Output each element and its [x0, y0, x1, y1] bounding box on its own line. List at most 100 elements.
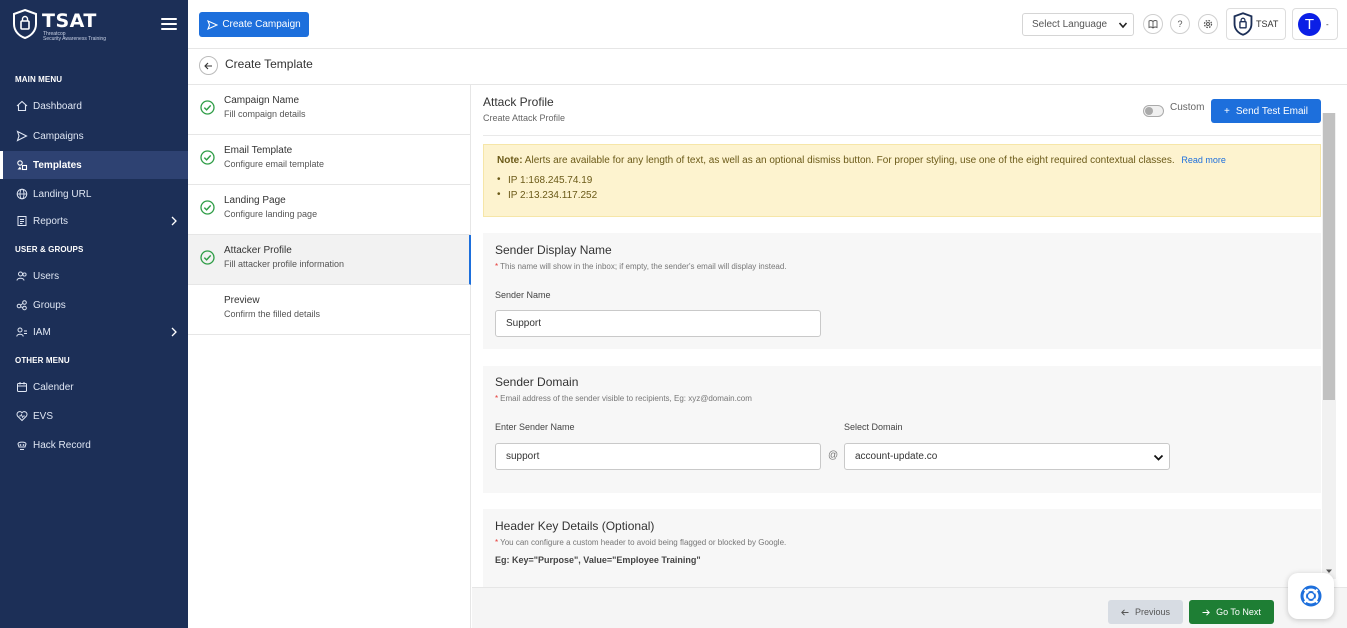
domain-select-value: account-update.co — [855, 451, 938, 462]
sidebar-item-reports[interactable]: Reports — [0, 207, 188, 235]
sidebar-item-calender[interactable]: Calender — [0, 373, 188, 401]
page-header: Create Template — [188, 49, 1347, 85]
card-title: Header Key Details (Optional) — [495, 519, 655, 533]
sidebar-item-users[interactable]: Users — [0, 262, 188, 290]
calendar-icon — [16, 381, 28, 393]
check-circle-icon — [200, 200, 215, 215]
card-title: Sender Domain — [495, 375, 579, 389]
card-note-text: You can configure a custom header to avo… — [500, 538, 787, 547]
gear-icon — [1203, 19, 1213, 29]
step-title: Attacker Profile — [224, 245, 292, 256]
alert-ip-item: IP 1:168.245.74.19 — [497, 174, 592, 186]
sidebar: TSAT Threatcop Security Awareness Traini… — [0, 0, 188, 628]
sidebar-item-label: Dashboard — [33, 100, 82, 112]
sender-local-part-input[interactable]: support — [495, 443, 821, 470]
sidebar-item-evs[interactable]: EVS — [0, 402, 188, 430]
footer-bar: Previous Go To Next — [472, 587, 1347, 628]
stepper: Campaign Name Fill compaign details Emai… — [188, 85, 471, 628]
custom-toggle-label: Custom — [1170, 102, 1205, 113]
chevron-down-icon — [1153, 454, 1164, 461]
sidebar-item-landing-url[interactable]: Landing URL — [0, 180, 188, 208]
brand-title: TSAT — [42, 10, 97, 32]
sidebar-item-campaigns[interactable]: Campaigns — [0, 122, 188, 150]
lifebuoy-icon — [1300, 585, 1322, 607]
top-bar: Create Campaign Select Language ? TSAT T… — [188, 0, 1347, 49]
go-to-next-button[interactable]: Go To Next — [1189, 600, 1274, 624]
user-menu[interactable]: T - — [1292, 8, 1338, 40]
report-icon — [16, 215, 28, 227]
help-icon: ? — [1177, 19, 1183, 29]
go-to-next-label: Go To Next — [1216, 607, 1261, 617]
support-widget-button[interactable] — [1288, 573, 1334, 619]
sidebar-item-label: Groups — [33, 299, 66, 311]
at-sign: @ — [828, 450, 839, 461]
brand-tagline: Security Awareness Training — [43, 36, 106, 42]
sidebar-item-iam[interactable]: IAM — [0, 318, 188, 346]
sender-display-card: Sender Display Name * This name will show… — [483, 233, 1321, 349]
main-menu-heading: MAIN MENU — [15, 75, 63, 84]
sidebar-item-templates[interactable]: Templates — [0, 151, 188, 179]
section-title: Attack Profile — [483, 95, 554, 109]
create-campaign-label: Create Campaign — [222, 19, 301, 30]
shield-logo-icon — [13, 9, 37, 39]
check-circle-icon — [200, 250, 215, 265]
book-icon — [1148, 20, 1158, 29]
hamburger-menu-icon[interactable] — [161, 18, 177, 30]
step-landing-page[interactable]: Landing Page Configure landing page — [188, 185, 471, 235]
sender-domain-card: Sender Domain * Email address of the send… — [483, 366, 1321, 493]
tsat-badge-label: TSAT — [1256, 19, 1279, 29]
other-menu-heading: OTHER MENU — [15, 356, 70, 365]
back-button[interactable] — [199, 56, 218, 75]
avatar: T — [1298, 13, 1321, 36]
heart-icon — [16, 410, 28, 422]
enter-sender-name-label: Enter Sender Name — [495, 422, 575, 432]
step-attacker-profile[interactable]: Attacker Profile Fill attacker profile i… — [188, 235, 471, 285]
globe-icon — [16, 188, 28, 200]
sidebar-item-dashboard[interactable]: Dashboard — [0, 92, 188, 120]
step-title: Campaign Name — [224, 95, 300, 106]
book-button[interactable] — [1143, 14, 1163, 34]
chevron-down-icon: - — [1326, 20, 1329, 29]
sidebar-item-hack-record[interactable]: Hack Record — [0, 431, 188, 459]
templates-icon — [16, 159, 28, 171]
custom-toggle[interactable] — [1143, 105, 1164, 117]
step-subtitle: Fill compaign details — [224, 109, 306, 119]
card-note-text: Email address of the sender visible to r… — [500, 394, 752, 403]
read-more-link[interactable]: Read more — [1181, 155, 1226, 165]
help-button[interactable]: ? — [1170, 14, 1190, 34]
select-domain-label: Select Domain — [844, 422, 903, 432]
send-icon — [207, 19, 219, 30]
step-email-template[interactable]: Email Template Configure email template — [188, 135, 471, 185]
scrollbar-thumb[interactable] — [1323, 113, 1335, 400]
sidebar-item-groups[interactable]: Groups — [0, 291, 188, 319]
previous-button[interactable]: Previous — [1108, 600, 1183, 624]
step-subtitle: Configure landing page — [224, 209, 318, 219]
sidebar-item-label: IAM — [33, 326, 51, 338]
sidebar-item-label: Hack Record — [33, 439, 91, 451]
step-preview[interactable]: Preview Confirm the filled details — [188, 285, 471, 335]
sender-name-label: Sender Name — [495, 290, 551, 300]
brand-logo[interactable]: TSAT Threatcop Security Awareness Traini… — [12, 9, 132, 43]
create-campaign-button[interactable]: Create Campaign — [199, 12, 309, 37]
page-title: Create Template — [225, 57, 313, 71]
note-alert: Note: Alerts are available for any lengt… — [483, 144, 1321, 217]
sidebar-item-label: Users — [33, 270, 60, 282]
sender-local-part-value: support — [506, 451, 540, 462]
settings-button[interactable] — [1198, 14, 1218, 34]
groups-icon — [16, 299, 28, 311]
shield-logo-icon — [1233, 12, 1253, 36]
card-title: Sender Display Name — [495, 243, 612, 257]
sender-name-value: Support — [506, 318, 542, 329]
card-note: * You can configure a custom header to av… — [495, 538, 787, 547]
alert-note-label: Note: — [497, 155, 523, 166]
home-icon — [16, 100, 28, 112]
arrow-right-icon — [1202, 608, 1210, 616]
sender-name-input[interactable]: Support — [495, 310, 821, 337]
chevron-right-icon — [171, 327, 177, 337]
tsat-badge[interactable]: TSAT — [1226, 8, 1286, 40]
step-subtitle: Fill attacker profile information — [224, 259, 345, 269]
step-campaign-name[interactable]: Campaign Name Fill compaign details — [188, 85, 471, 135]
send-test-email-button[interactable]: + Send Test Email — [1211, 99, 1321, 123]
domain-select[interactable]: account-update.co — [844, 443, 1170, 470]
language-select[interactable]: Select Language — [1022, 13, 1134, 36]
